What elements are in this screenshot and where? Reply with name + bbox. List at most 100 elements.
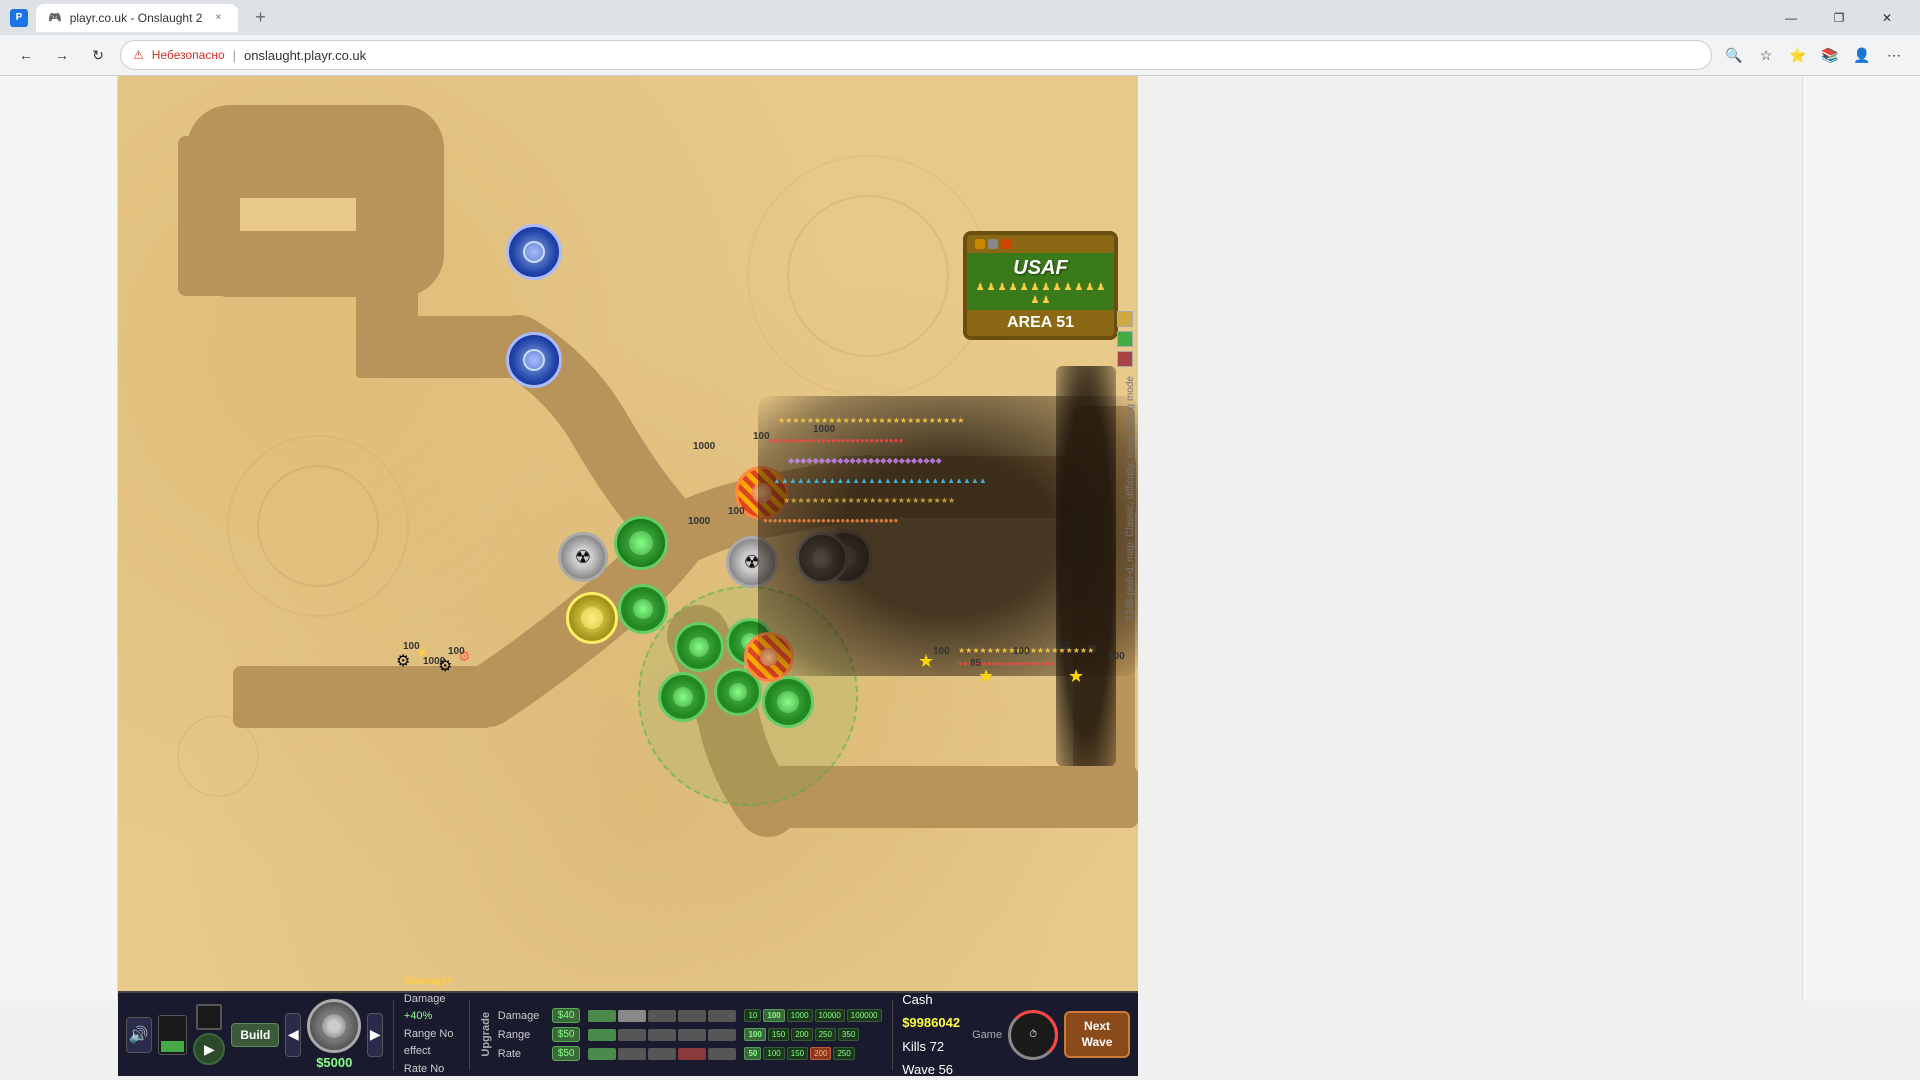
usaf-area-text: AREA 51	[1007, 314, 1074, 331]
dmg-14: 100	[1108, 651, 1125, 662]
usaf-header	[967, 235, 1114, 253]
tower-gear-green-1[interactable]	[618, 584, 668, 634]
dmg-lvl-10[interactable]: 10	[744, 1009, 761, 1022]
stats-section: Cash $9986042 Kills 72 Wave 56	[902, 988, 966, 1076]
range-bars	[588, 1029, 736, 1041]
map-icon-1	[1117, 311, 1133, 327]
tower-preview[interactable]	[307, 999, 361, 1053]
rng-lvl-250[interactable]: 250	[815, 1028, 836, 1041]
menu-button[interactable]: ⋯	[1880, 41, 1908, 69]
stop-button[interactable]	[196, 1004, 222, 1030]
tower-preview-section: $5000	[307, 999, 361, 1070]
tower-striped-1[interactable]	[735, 466, 789, 520]
dmg-5: 100	[753, 431, 770, 442]
usaf-dots	[975, 239, 1011, 249]
prev-tower-button[interactable]: ◀	[285, 1013, 301, 1057]
range-stat-label: Range	[498, 1029, 548, 1041]
range-upgrade-btn[interactable]: $50	[552, 1027, 581, 1042]
profile-button[interactable]: 👤	[1848, 41, 1876, 69]
game-label: Game	[972, 1029, 1002, 1041]
rate-lvl-250[interactable]: 250	[833, 1047, 854, 1060]
game-canvas[interactable]: USAF ♟ ♟ ♟ ♟ ♟ ♟ ♟ ♟ ♟ ♟ ♟ ♟ ♟ ♟	[118, 76, 1138, 1001]
tower-cost: $5000	[316, 1055, 352, 1070]
game-container: USAF ♟ ♟ ♟ ♟ ♟ ♟ ♟ ♟ ♟ ♟ ♟ ♟ ♟ ♟	[0, 76, 1920, 1076]
divider-1	[393, 1000, 394, 1070]
build-button[interactable]: Build	[231, 1023, 279, 1047]
rate-lvl-50[interactable]: 50	[744, 1047, 761, 1060]
tower-green-5[interactable]	[762, 676, 814, 728]
sound-button[interactable]: 🔊	[126, 1017, 152, 1053]
usaf-person-11: ♟	[1085, 282, 1094, 293]
damage-info-panel: Damage+ Damage +40% Range No effect Rate…	[404, 973, 459, 1076]
rate-bars	[588, 1048, 736, 1060]
map-icons	[1117, 311, 1133, 367]
usaf-people: ♟ ♟ ♟ ♟ ♟ ♟ ♟ ♟ ♟ ♟ ♟ ♟ ♟ ♟	[975, 280, 1106, 308]
rate-lvl-100[interactable]: 100	[763, 1047, 784, 1060]
minimize-button[interactable]: —	[1768, 0, 1814, 35]
next-tower-button[interactable]: ▶	[367, 1013, 383, 1057]
address-bar[interactable]: ⚠ Небезопасно | onslaught.playr.co.uk	[120, 40, 1712, 70]
range-label-info: Range	[404, 1028, 436, 1040]
nuclear-icon-2: ☢	[744, 552, 760, 573]
tower-blue-2[interactable]	[506, 332, 562, 388]
dmg-lvl-10000[interactable]: 10000	[815, 1009, 845, 1022]
usaf-person-1: ♟	[976, 282, 985, 293]
rng-lvl-350[interactable]: 350	[838, 1028, 859, 1041]
rate-lvl-200[interactable]: 200	[810, 1047, 831, 1060]
damage-bar-4	[678, 1010, 706, 1022]
tower-gear-1[interactable]	[566, 592, 618, 644]
rate-bar-3	[648, 1048, 676, 1060]
tower-green-3[interactable]	[658, 672, 708, 722]
active-tab[interactable]: 🎮 playr.co.uk - Onslaught 2 ×	[36, 4, 238, 32]
tower-gray-2[interactable]	[796, 532, 848, 584]
usaf-person-9: ♟	[1063, 282, 1072, 293]
wave-timer: ⏱	[1008, 1010, 1058, 1060]
kills-label: Kills	[902, 1039, 926, 1054]
browser-icon: P	[10, 9, 28, 27]
next-wave-button[interactable]: Next Wave	[1064, 1011, 1130, 1058]
usaf-person-5: ♟	[1020, 282, 1029, 293]
forward-button[interactable]: →	[48, 41, 76, 69]
kills-row: Kills 72	[902, 1035, 966, 1058]
maximize-button[interactable]: ❐	[1816, 0, 1862, 35]
divider-3	[892, 1000, 893, 1070]
collections-button[interactable]: 📚	[1816, 41, 1844, 69]
tab-close-button[interactable]: ×	[210, 10, 226, 26]
favorites-button[interactable]: ⭐	[1784, 41, 1812, 69]
tower-nuclear-2[interactable]: ☢	[726, 536, 778, 588]
damage-upgrade-btn[interactable]: $40	[552, 1008, 581, 1023]
dmg-lvl-100000[interactable]: 100000	[847, 1009, 882, 1022]
zoom-button[interactable]: 🔍	[1720, 41, 1748, 69]
dmg-lvl-100[interactable]: 100	[763, 1009, 784, 1022]
timer-display: ⏱	[1029, 1029, 1037, 1040]
usaf-person-6: ♟	[1031, 282, 1040, 293]
rng-lvl-200[interactable]: 200	[791, 1028, 812, 1041]
damage-pct: +40%	[404, 1010, 432, 1022]
rate-bar-1	[588, 1048, 616, 1060]
tower-striped-2[interactable]	[744, 632, 794, 682]
dmg-lvl-1000[interactable]: 1000	[787, 1009, 813, 1022]
tower-blue-1[interactable]	[506, 224, 562, 280]
reload-button[interactable]: ↻	[84, 41, 112, 69]
damage-upgrade-row: Damage $40 10 100 1000 10000	[498, 1008, 882, 1023]
tower-nuclear-1[interactable]: ☢	[558, 532, 608, 582]
usaf-person-8: ♟	[1052, 282, 1061, 293]
new-tab-button[interactable]: +	[246, 4, 274, 32]
nav-right-controls: 🔍 ☆ ⭐ 📚 👤 ⋯	[1720, 41, 1908, 69]
rate-upgrade-btn[interactable]: $50	[552, 1046, 581, 1061]
rng-lvl-100[interactable]: 100	[744, 1028, 765, 1041]
enemy-left-2: ⚙	[438, 656, 452, 676]
usaf-title: USAF	[975, 257, 1106, 280]
play-button[interactable]: ▶	[193, 1033, 225, 1065]
star-button[interactable]: ☆	[1752, 41, 1780, 69]
enemy-column-right	[1056, 366, 1116, 766]
rate-stat-label: Rate	[498, 1048, 548, 1060]
rate-lvl-150[interactable]: 150	[787, 1047, 808, 1060]
tower-radar-1[interactable]	[614, 516, 668, 570]
enemy-left-1: ⚙	[396, 651, 410, 671]
close-button[interactable]: ✕	[1864, 0, 1910, 35]
tower-green-center[interactable]	[674, 622, 724, 672]
back-button[interactable]: ←	[12, 41, 40, 69]
playback-controls: ▶	[193, 1004, 225, 1065]
rng-lvl-150[interactable]: 150	[768, 1028, 789, 1041]
